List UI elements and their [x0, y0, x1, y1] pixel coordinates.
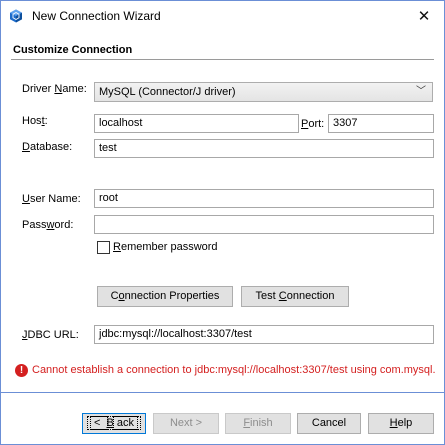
finish-button[interactable]: Finish: [225, 413, 291, 434]
close-button[interactable]: ✕: [404, 1, 444, 31]
username-label: User Name:: [22, 193, 81, 205]
host-input[interactable]: localhost: [94, 114, 299, 133]
host-label: Host:: [22, 115, 48, 127]
error-icon: !: [15, 364, 28, 377]
cancel-button[interactable]: Cancel: [297, 413, 361, 434]
test-connection-button[interactable]: Test Connection: [241, 286, 349, 307]
back-button[interactable]: < Back: [82, 413, 146, 434]
driver-name-label: Driver Name:: [22, 83, 87, 95]
next-button[interactable]: Next >: [153, 413, 219, 434]
port-input[interactable]: 3307: [328, 114, 434, 133]
password-label: Password:: [22, 219, 74, 231]
jdbc-url-input[interactable]: jdbc:mysql://localhost:3307/test: [94, 325, 434, 344]
help-button[interactable]: Help: [368, 413, 434, 434]
password-input[interactable]: [94, 215, 434, 234]
section-divider: [11, 59, 434, 60]
title-bar: New Connection Wizard ✕: [1, 1, 444, 31]
connection-properties-button[interactable]: Connection Properties: [97, 286, 233, 307]
chevron-down-icon: ﹀: [416, 86, 426, 97]
netbeans-cube-icon: [10, 9, 22, 23]
username-input[interactable]: root: [94, 189, 434, 208]
jdbc-url-label: JDBC URL:: [22, 329, 79, 341]
window-title: New Connection Wizard: [32, 9, 161, 23]
section-title: Customize Connection: [13, 44, 133, 56]
database-input[interactable]: test: [94, 139, 434, 158]
error-message: Cannot establish a connection to jdbc:my…: [32, 364, 436, 376]
port-label: Port:: [301, 118, 325, 130]
driver-select[interactable]: MySQL (Connector/J driver) ﹀: [94, 82, 433, 102]
remember-password-label[interactable]: Remember password: [113, 241, 218, 253]
driver-select-value: MySQL (Connector/J driver): [99, 86, 236, 98]
button-bar-divider: [1, 392, 444, 393]
database-label: Database:: [22, 141, 73, 153]
close-icon: ✕: [417, 7, 431, 25]
remember-password-checkbox[interactable]: [97, 241, 110, 254]
wizard-window: New Connection Wizard ✕ Customize Connec…: [0, 0, 445, 445]
